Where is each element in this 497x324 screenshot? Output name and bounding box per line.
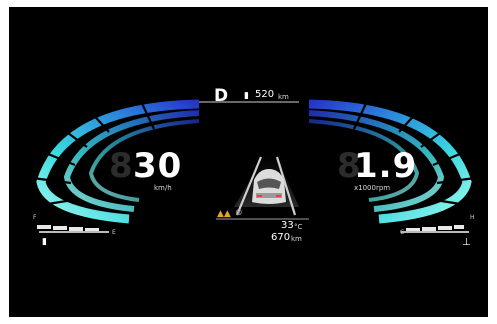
coolant-temperature-icon: ⊥	[462, 237, 471, 248]
fuel-empty-label: E	[112, 229, 116, 236]
steering-assist-icon: ⊗	[235, 208, 243, 218]
range-value: 520	[255, 89, 275, 100]
fuel-pump-icon: ▮	[244, 91, 249, 101]
outside-temperature: 33	[281, 220, 294, 231]
rpm-value: 1.9	[354, 146, 418, 186]
lane-keep-warning-icon: ▲▲	[217, 209, 231, 219]
temp-cold-label: C	[400, 229, 405, 236]
temp-level-bar	[401, 225, 469, 233]
speed-unit: km/h	[154, 184, 172, 192]
speed-value: 30	[133, 146, 183, 186]
fuel-pump-icon: ▮	[42, 237, 47, 247]
gear-indicator: D	[214, 86, 229, 106]
odometer-value: 670	[271, 232, 291, 243]
fuel-full-label: F	[33, 214, 37, 221]
outside-temperature-unit: °C	[294, 223, 303, 231]
temp-hot-label: H	[470, 214, 475, 221]
fuel-level-bar	[37, 225, 109, 233]
rpm-unit: x1000rpm	[354, 184, 391, 192]
range-unit: km	[278, 93, 289, 101]
odometer-unit: km	[291, 235, 302, 243]
instrument-cluster: D ▮ 520 km 8 30 km/h 8 1.9 x1000rpm F E …	[9, 7, 488, 317]
speed-ghost-digit: 8	[109, 146, 134, 186]
